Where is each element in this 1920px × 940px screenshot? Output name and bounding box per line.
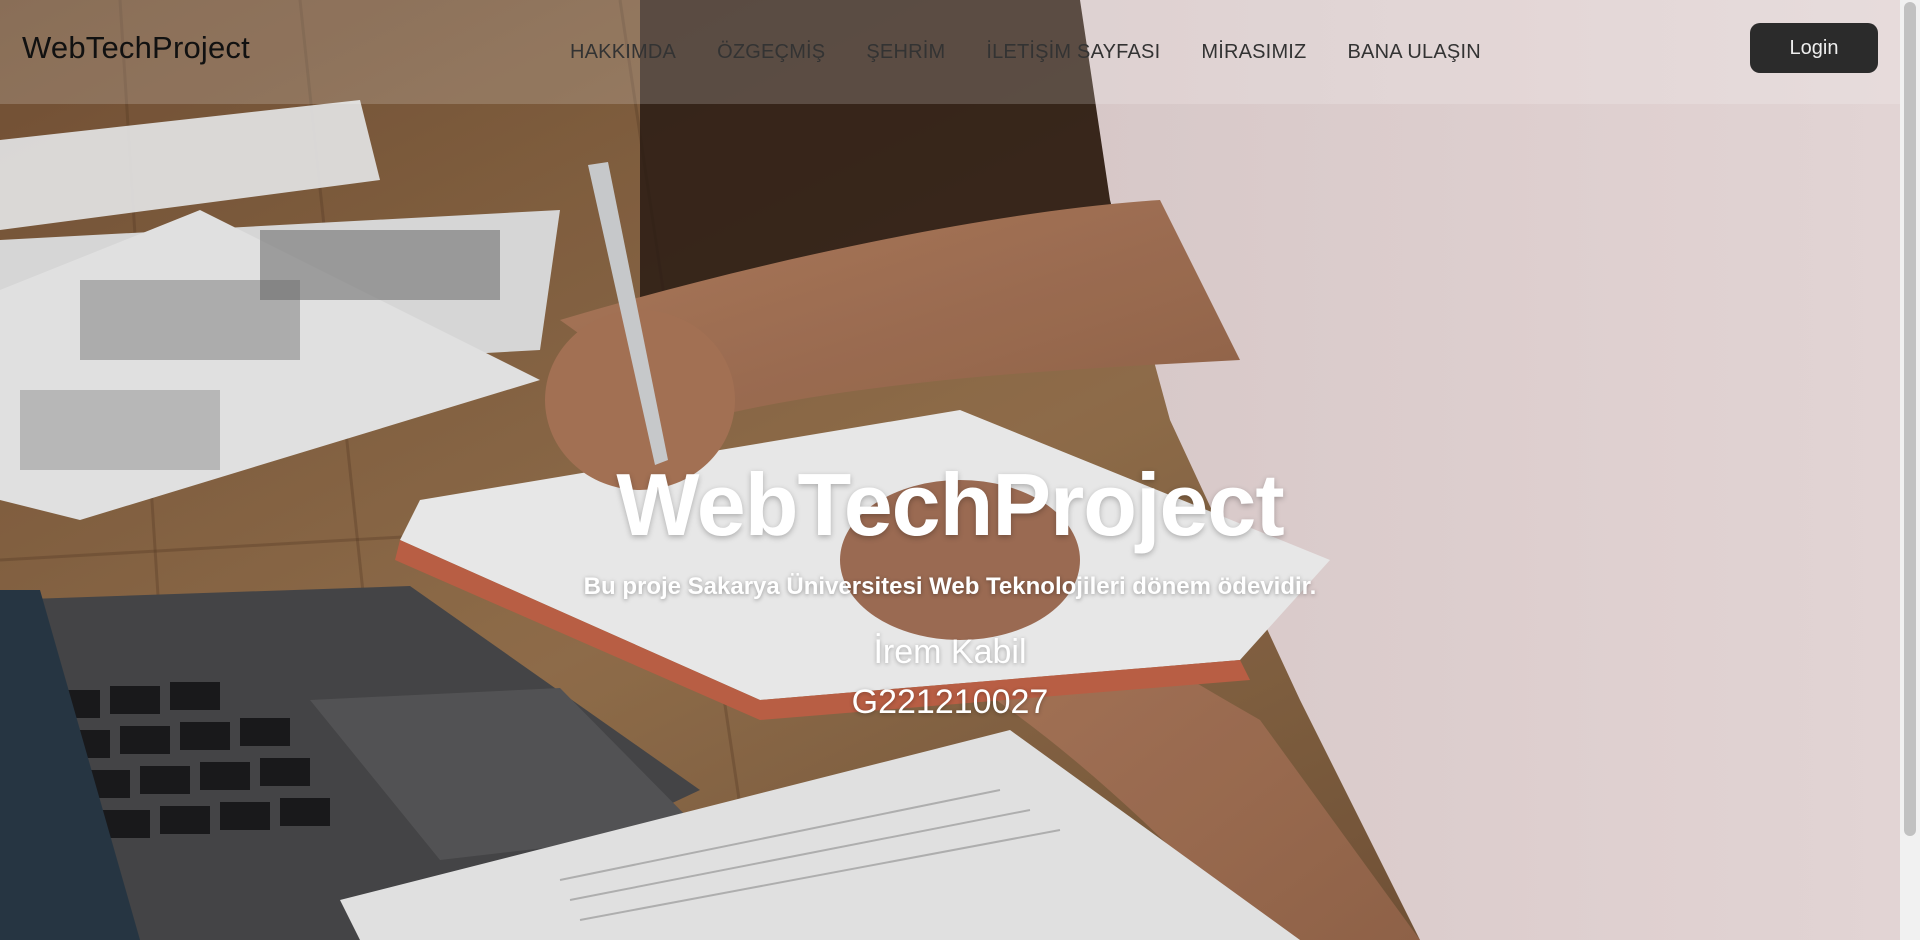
nav-link-sehrim[interactable]: ŞEHRİM (866, 41, 945, 64)
nav-link-mirasimiz[interactable]: MİRASIMIZ (1201, 41, 1306, 64)
brand-logo-link[interactable]: WebTechProject (22, 30, 250, 66)
nav-link-ozgecmis[interactable]: ÖZGEÇMİŞ (717, 41, 825, 64)
nav-link-iletisim[interactable]: İLETİŞİM SAYFASI (986, 41, 1160, 64)
page-scrollbar[interactable] (1900, 0, 1920, 940)
student-id: G221210027 (851, 683, 1049, 721)
hero-content: WebTechProject Bu proje Sakarya Üniversi… (0, 455, 1900, 727)
login-button[interactable]: Login (1750, 23, 1878, 73)
nav-link-bana-ulasin[interactable]: BANA ULAŞIN (1347, 41, 1480, 64)
hero-subtitle: Bu proje Sakarya Üniversitesi Web Teknol… (583, 573, 1317, 600)
hero-title: WebTechProject (616, 455, 1284, 554)
top-navbar: WebTechProject HAKKIMDA ÖZGEÇMİŞ ŞEHRİM … (0, 0, 1900, 104)
scrollbar-thumb[interactable] (1904, 2, 1916, 836)
hero-section: WebTechProject HAKKIMDA ÖZGEÇMİŞ ŞEHRİM … (0, 0, 1920, 940)
nav-link-hakkimda[interactable]: HAKKIMDA (570, 41, 676, 64)
nav-links: HAKKIMDA ÖZGEÇMİŞ ŞEHRİM İLETİŞİM SAYFAS… (570, 0, 1522, 104)
author-name: İrem Kabil (873, 633, 1027, 671)
